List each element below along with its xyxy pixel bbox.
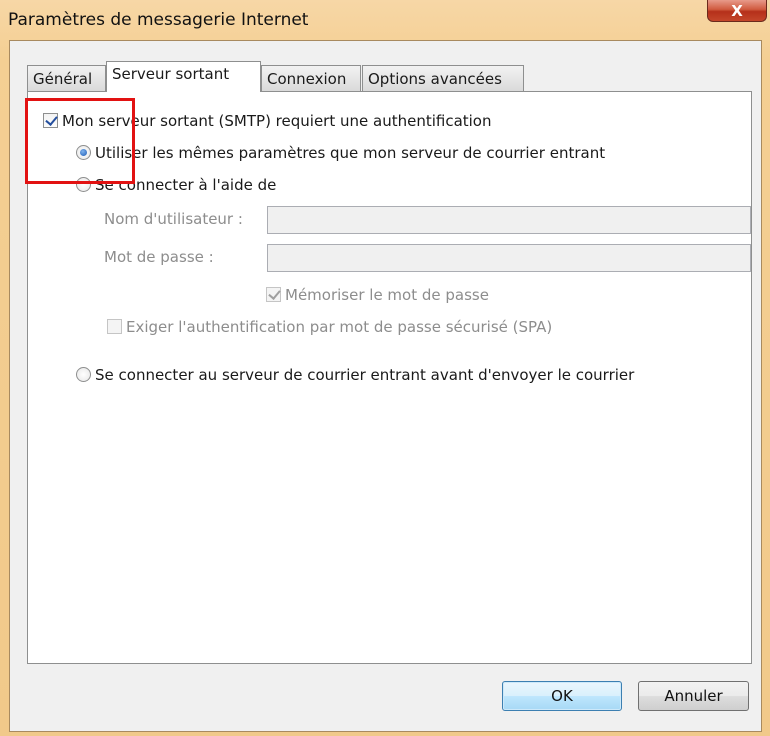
require-auth-checkbox[interactable] xyxy=(43,113,58,128)
window-title: Paramètres de messagerie Internet xyxy=(8,10,309,30)
connect-with-radio[interactable] xyxy=(76,177,91,192)
username-field[interactable] xyxy=(267,206,751,234)
same-settings-row[interactable]: Utiliser les mêmes paramètres que mon se… xyxy=(76,144,605,162)
tab-general[interactable]: Général xyxy=(27,65,106,92)
spa-checkbox[interactable] xyxy=(107,319,122,334)
connect-incoming-first-label: Se connecter au serveur de courrier entr… xyxy=(95,366,635,384)
title-bar[interactable]: Paramètres de messagerie Internet X xyxy=(0,0,770,40)
connect-incoming-first-row[interactable]: Se connecter au serveur de courrier entr… xyxy=(76,366,634,384)
dialog-window: Paramètres de messagerie Internet X Géné… xyxy=(0,0,770,736)
tab-outgoing-server[interactable]: Serveur sortant xyxy=(106,61,261,92)
tab-advanced-options[interactable]: Options avancées xyxy=(362,65,524,92)
spa-label: Exiger l'authentification par mot de pas… xyxy=(126,318,553,336)
connect-incoming-first-radio[interactable] xyxy=(76,367,91,382)
password-field[interactable] xyxy=(267,244,751,272)
tab-label: Options avancées xyxy=(368,70,502,88)
same-settings-label: Utiliser les mêmes paramètres que mon se… xyxy=(95,144,606,162)
cancel-button[interactable]: Annuler xyxy=(638,681,749,711)
tab-label: Connexion xyxy=(267,70,347,88)
tab-label: Serveur sortant xyxy=(112,65,230,83)
close-icon: X xyxy=(731,1,743,20)
dialog-client-area: Général Serveur sortant Connexion Option… xyxy=(9,40,762,732)
spa-row[interactable]: Exiger l'authentification par mot de pas… xyxy=(107,318,552,336)
ok-button[interactable]: OK xyxy=(502,681,622,711)
tab-panel-outgoing-server: Mon serveur sortant (SMTP) requiert une … xyxy=(27,91,752,664)
require-auth-row[interactable]: Mon serveur sortant (SMTP) requiert une … xyxy=(43,112,492,130)
connect-with-row[interactable]: Se connecter à l'aide de xyxy=(76,176,276,194)
remember-password-label: Mémoriser le mot de passe xyxy=(285,286,489,304)
connect-with-label: Se connecter à l'aide de xyxy=(95,176,277,194)
password-label: Mot de passe : xyxy=(104,248,214,266)
remember-password-row[interactable]: Mémoriser le mot de passe xyxy=(266,286,489,304)
username-label: Nom d'utilisateur : xyxy=(104,210,243,228)
require-auth-label: Mon serveur sortant (SMTP) requiert une … xyxy=(62,112,492,130)
cancel-button-label: Annuler xyxy=(664,687,723,705)
ok-button-label: OK xyxy=(551,687,573,705)
same-settings-radio[interactable] xyxy=(76,145,91,160)
remember-password-checkbox[interactable] xyxy=(266,287,281,302)
close-button[interactable]: X xyxy=(707,0,767,22)
tab-connection[interactable]: Connexion xyxy=(261,65,361,92)
tab-label: Général xyxy=(33,70,93,88)
